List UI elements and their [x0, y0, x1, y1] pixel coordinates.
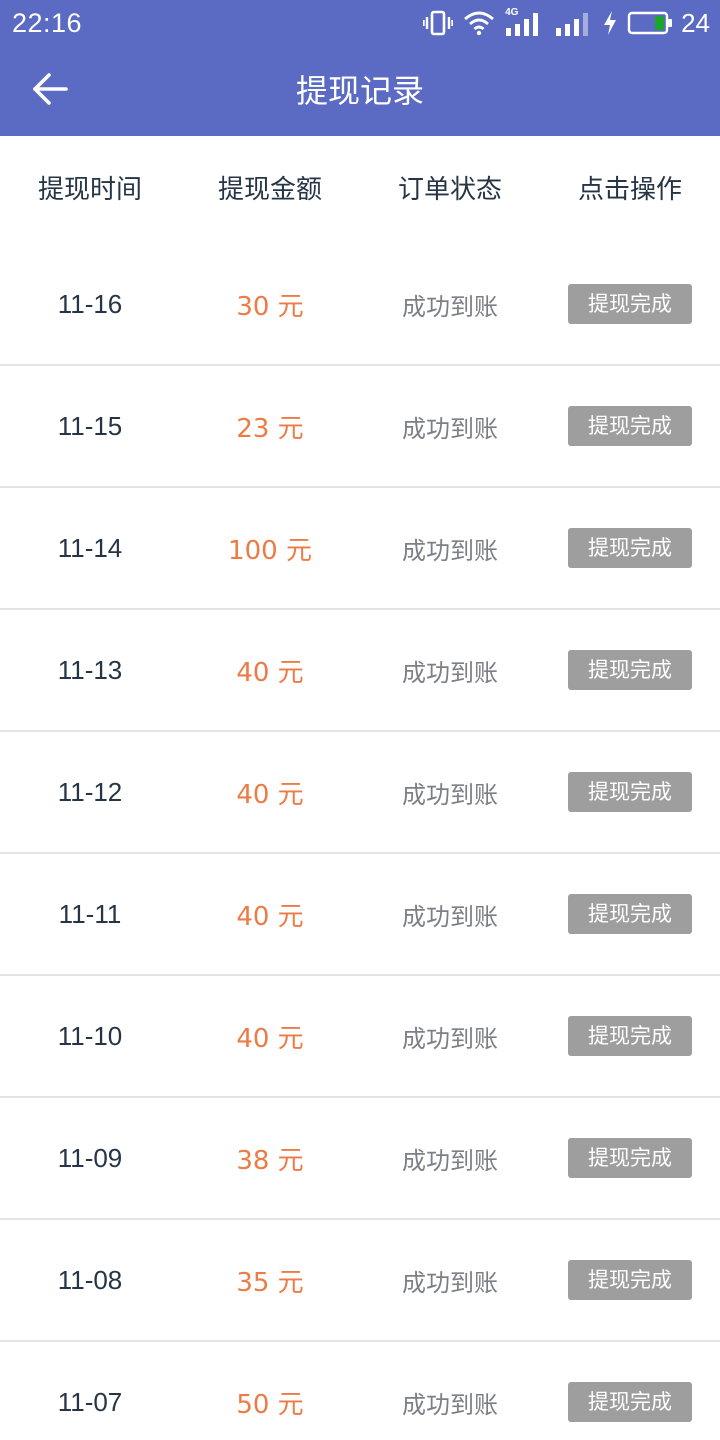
withdraw-complete-button[interactable]: 提现完成	[568, 772, 692, 812]
table-row: 11-09 38 元 成功到账 提现完成	[0, 1098, 720, 1220]
battery-level: 24	[681, 8, 710, 38]
table-header: 提现时间 提现金额 订单状态 点击操作	[0, 136, 720, 244]
status-time: 22:16	[12, 8, 83, 38]
row-date: 11-13	[57, 654, 123, 685]
row-date: 11-10	[57, 1020, 123, 1051]
header-order-status: 订单状态	[397, 175, 502, 205]
withdraw-complete-button[interactable]: 提现完成	[568, 1260, 692, 1300]
row-action: 提现完成	[540, 284, 720, 324]
app-bar: 提现记录	[0, 46, 720, 136]
row-status: 成功到账	[402, 1268, 498, 1297]
table-row: 11-10 40 元 成功到账 提现完成	[0, 976, 720, 1098]
table-row: 11-07 50 元 成功到账 提现完成	[0, 1342, 720, 1440]
row-amount: 38 元	[236, 1145, 304, 1176]
status-icons: 4G 24	[423, 6, 710, 40]
row-status: 成功到账	[402, 536, 498, 565]
table-row: 11-12 40 元 成功到账 提现完成	[0, 732, 720, 854]
table-row: 11-13 40 元 成功到账 提现完成	[0, 610, 720, 732]
header-withdraw-time: 提现时间	[37, 175, 142, 205]
table-row: 11-11 40 元 成功到账 提现完成	[0, 854, 720, 976]
header-action: 点击操作	[577, 175, 682, 205]
row-status: 成功到账	[402, 414, 498, 443]
withdraw-complete-button[interactable]: 提现完成	[568, 1138, 692, 1178]
row-status: 成功到账	[402, 292, 498, 321]
table-row: 11-16 30 元 成功到账 提现完成	[0, 244, 720, 366]
row-status: 成功到账	[402, 658, 498, 687]
page-title: 提现记录	[295, 72, 424, 110]
row-date: 11-14	[57, 532, 123, 563]
charging-icon	[603, 10, 617, 36]
wifi-icon	[463, 10, 495, 36]
row-action: 提现完成	[540, 1138, 720, 1178]
withdraw-complete-button[interactable]: 提现完成	[568, 650, 692, 690]
signal-4g-icon: 4G	[505, 7, 545, 37]
header-withdraw-amount: 提现金额	[217, 175, 322, 205]
row-status: 成功到账	[402, 780, 498, 809]
row-date: 11-08	[57, 1264, 123, 1295]
row-date: 11-07	[57, 1386, 123, 1417]
row-amount: 40 元	[236, 779, 304, 810]
withdraw-complete-button[interactable]: 提现完成	[568, 528, 692, 568]
row-action: 提现完成	[540, 1260, 720, 1300]
row-amount: 35 元	[236, 1267, 304, 1298]
row-amount: 100 元	[228, 535, 312, 566]
row-date: 11-11	[58, 898, 122, 929]
row-status: 成功到账	[402, 902, 498, 931]
table-row: 11-15 23 元 成功到账 提现完成	[0, 366, 720, 488]
withdrawal-records-screen: 22:16 4G 24 提现记录 提现时间 提现金额 订单状态 点击操作 11-…	[0, 0, 720, 1440]
row-amount: 40 元	[236, 1023, 304, 1054]
row-action: 提现完成	[540, 1016, 720, 1056]
row-action: 提现完成	[540, 406, 720, 446]
row-action: 提现完成	[540, 772, 720, 812]
row-date: 11-16	[57, 288, 123, 319]
row-date: 11-12	[57, 776, 123, 807]
withdraw-complete-button[interactable]: 提现完成	[568, 284, 692, 324]
row-status: 成功到账	[402, 1390, 498, 1419]
row-action: 提现完成	[540, 650, 720, 690]
row-amount: 40 元	[236, 657, 304, 688]
row-amount: 23 元	[236, 413, 304, 444]
row-status: 成功到账	[402, 1024, 498, 1053]
row-action: 提现完成	[540, 528, 720, 568]
withdraw-complete-button[interactable]: 提现完成	[568, 1016, 692, 1056]
withdraw-complete-button[interactable]: 提现完成	[568, 894, 692, 934]
arrow-left-icon	[32, 73, 68, 109]
withdraw-complete-button[interactable]: 提现完成	[568, 406, 692, 446]
row-date: 11-09	[57, 1142, 123, 1173]
table-row: 11-08 35 元 成功到账 提现完成	[0, 1220, 720, 1342]
vibrate-icon	[423, 9, 454, 37]
row-status: 成功到账	[402, 1146, 498, 1175]
row-amount: 40 元	[236, 901, 304, 932]
battery-icon	[627, 10, 673, 36]
withdraw-complete-button[interactable]: 提现完成	[568, 1382, 692, 1422]
row-amount: 50 元	[236, 1389, 304, 1420]
row-action: 提现完成	[540, 894, 720, 934]
row-action: 提现完成	[540, 1382, 720, 1422]
table-row: 11-14 100 元 成功到账 提现完成	[0, 488, 720, 610]
row-amount: 30 元	[236, 291, 304, 322]
row-date: 11-15	[57, 410, 123, 441]
status-bar: 22:16 4G 24	[0, 0, 720, 46]
signal-icon	[555, 9, 593, 37]
back-button[interactable]	[22, 63, 78, 119]
records-list: 11-16 30 元 成功到账 提现完成 11-15 23 元 成功到账 提现完…	[0, 244, 720, 1440]
